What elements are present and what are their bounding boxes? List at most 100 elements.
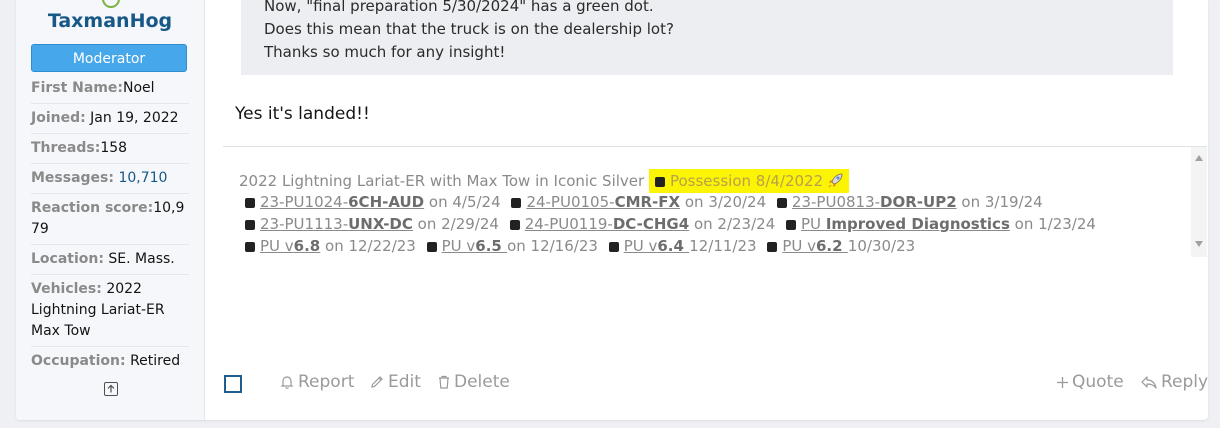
update-prefix: 24-PU0105- — [526, 193, 615, 211]
bullet-icon — [776, 198, 787, 208]
delete-button[interactable]: Delete — [437, 370, 510, 394]
bullet-icon — [767, 242, 778, 252]
info-label: First Name: — [31, 80, 124, 96]
update-code: DC-CHG4 — [612, 215, 690, 233]
report-label: Report — [298, 372, 355, 392]
post-body: Yes it's landed!! — [235, 104, 370, 124]
signature-line-1: 2022 Lightning Lariat-ER with Max Tow in… — [239, 169, 850, 193]
update-date: on 4/5/24 — [424, 193, 501, 211]
update-link[interactable]: PU v6.2 — [782, 237, 847, 255]
update-date: on 12/16/23 — [507, 237, 598, 255]
bullet-icon — [511, 198, 522, 208]
info-value: Retired — [130, 353, 181, 369]
update-link[interactable]: PU v6.4 — [624, 237, 689, 255]
role-badge: Moderator — [31, 44, 187, 72]
select-post-checkbox[interactable] — [224, 375, 242, 393]
plus-icon — [1056, 376, 1069, 389]
scroll-up-arrow-icon[interactable] — [1195, 155, 1203, 161]
scroll-down-arrow-icon[interactable] — [1195, 241, 1203, 247]
update-prefix: PU v — [782, 237, 816, 255]
bullet-icon — [608, 242, 619, 252]
update-code: 6.2 — [816, 237, 848, 255]
edit-label: Edit — [388, 372, 421, 392]
update-link[interactable]: 23-PU0813-DOR-UP2 — [792, 193, 957, 211]
info-label: Joined: — [31, 110, 86, 126]
info-label: Reaction score: — [31, 200, 154, 216]
update-date: on 3/20/24 — [680, 193, 767, 211]
reply-arrow-icon — [1140, 374, 1158, 390]
update-code: UNX-DC — [348, 215, 413, 233]
info-label: Threads: — [31, 140, 101, 156]
update-prefix: 23-PU1024- — [260, 193, 349, 211]
bell-icon — [279, 374, 295, 390]
update-link[interactable]: 24-PU0119-DC-CHG4 — [525, 215, 689, 233]
update-code: Improved Diagnostics — [825, 215, 1010, 233]
update-link[interactable]: PU Improved Diagnostics — [801, 215, 1010, 233]
quote-line: Does this mean that the truck is on the … — [264, 20, 674, 38]
info-label: Location: — [31, 251, 104, 267]
update-link[interactable]: 23-PU1024-6CH-AUD — [260, 193, 424, 211]
username-link[interactable]: TaxmanHog — [16, 10, 204, 32]
info-reaction-score: Reaction score:10,979 — [31, 198, 189, 245]
info-label: Occupation: — [31, 353, 126, 369]
info-occupation: Occupation: Retired — [31, 351, 189, 376]
quote-block: Now, "final preparation 5/30/2024" has a… — [241, 0, 1173, 75]
update-prefix: 23-PU0813- — [791, 193, 881, 211]
update-link[interactable]: PU v6.8 — [260, 237, 320, 255]
update-code: 6.4 — [657, 237, 690, 255]
update-code: CMR-FX — [614, 193, 681, 211]
info-value: Noel — [123, 80, 155, 96]
info-value: Jan 19, 2022 — [90, 110, 179, 126]
update-date: 12/11/23 — [689, 237, 757, 255]
update-date: on 12/22/23 — [320, 237, 416, 255]
signature-box: 2022 Lightning Lariat-ER with Max Tow in… — [223, 146, 1207, 257]
update-code: 6.8 — [293, 237, 321, 255]
info-value[interactable]: 158 — [100, 140, 127, 156]
update-code: DOR-UP2 — [880, 193, 957, 211]
update-prefix: 23-PU1113- — [260, 215, 349, 233]
update-code: 6.5 — [475, 237, 508, 255]
update-code: 6CH-AUD — [348, 193, 425, 211]
report-button[interactable]: Report — [279, 370, 354, 394]
signature-line-2: 23-PU1024-6CH-AUD on 4/5/24 24-PU0105-CM… — [239, 193, 1043, 211]
rocket-icon — [827, 171, 845, 193]
quote-button[interactable]: Quote — [1056, 370, 1124, 394]
trash-icon — [437, 374, 451, 390]
arrow-up-box-icon[interactable] — [104, 382, 118, 396]
update-link[interactable]: 24-PU0105-CMR-FX — [526, 193, 680, 211]
reply-button[interactable]: Reply — [1140, 370, 1208, 394]
update-date: on 1/23/24 — [1009, 215, 1096, 233]
signature-line-3: 23-PU1113-UNX-DC on 2/29/24 24-PU0119-DC… — [239, 215, 1096, 233]
info-vehicles: Vehicles: 2022 Lightning Lariat-ER Max T… — [31, 279, 189, 347]
update-link[interactable]: PU v6.5 — [442, 237, 507, 255]
bullet-icon — [245, 198, 255, 208]
delete-label: Delete — [454, 372, 510, 392]
update-link[interactable]: 23-PU1113-UNX-DC — [260, 215, 413, 233]
update-date: on 3/19/24 — [956, 193, 1043, 211]
update-prefix: PU v — [441, 237, 476, 255]
info-label: Vehicles: — [31, 281, 102, 297]
info-label: Messages: — [31, 170, 114, 186]
pencil-icon — [369, 374, 385, 390]
signature-scrollbar[interactable] — [1191, 147, 1207, 257]
signature-vehicle: 2022 Lightning Lariat-ER with Max Tow in… — [239, 172, 645, 190]
post-action-bar: Report Edit Delete Quote Reply — [223, 370, 1208, 394]
info-value: SE. Mass. — [108, 251, 175, 267]
update-prefix: PU v — [623, 237, 658, 255]
info-value[interactable]: 10,710 — [118, 170, 167, 186]
update-prefix: PU — [801, 215, 826, 233]
update-prefix: PU v — [260, 237, 294, 255]
bullet-icon — [245, 220, 255, 230]
bullet-icon — [509, 220, 520, 230]
edit-button[interactable]: Edit — [369, 370, 421, 394]
quote-line: Thanks so much for any insight! — [264, 43, 506, 61]
update-date: 10/30/23 — [847, 237, 916, 255]
info-first-name: First Name:Noel — [31, 78, 189, 104]
quote-line: Now, "final preparation 5/30/2024" has a… — [264, 0, 654, 15]
signature-possession: Possession 8/4/2022 — [669, 172, 824, 190]
info-messages: Messages: 10,710 — [31, 168, 189, 194]
bullet-icon — [654, 177, 665, 187]
bullet-icon — [786, 220, 797, 230]
info-threads: Threads:158 — [31, 138, 189, 164]
user-info-panel: TaxmanHog Moderator First Name:Noel Join… — [16, 0, 205, 420]
